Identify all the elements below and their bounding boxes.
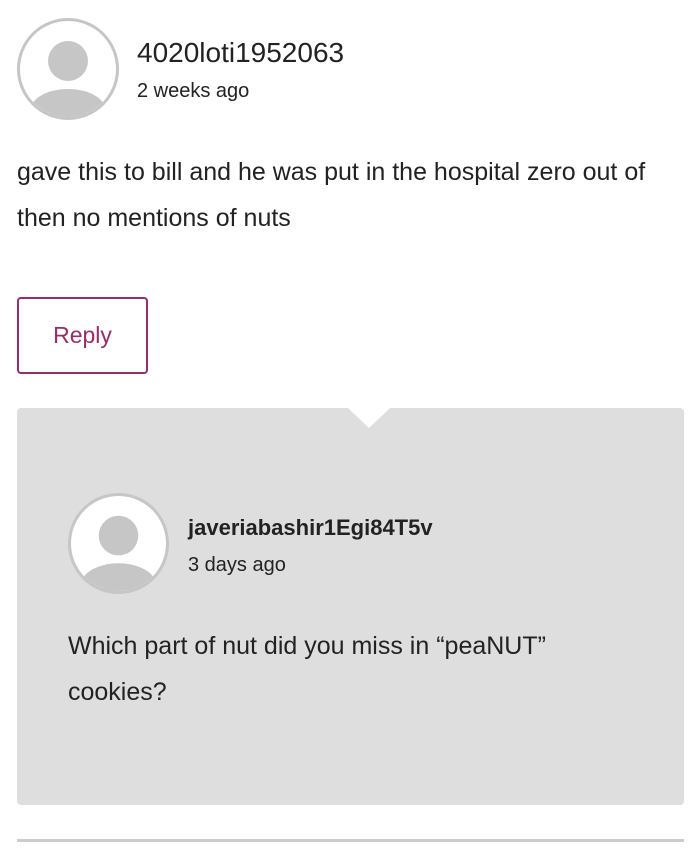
divider [17,839,684,842]
default-user-avatar-icon [80,515,157,591]
comment-author[interactable]: 4020loti1952063 [137,37,344,69]
avatar[interactable] [68,493,169,594]
reply-timestamp: 3 days ago [188,554,286,576]
reply-notch [348,408,390,428]
default-user-avatar-icon [30,41,106,117]
comment-body: gave this to bill and he was put in the … [17,158,646,232]
comment-timestamp: 2 weeks ago [137,80,250,102]
reply-author[interactable]: javeriabashir1Egi84T5v [188,514,433,542]
reply-card: javeriabashir1Egi84T5v 3 days ago Which … [17,408,684,805]
avatar[interactable] [17,18,119,120]
reply-button[interactable]: Reply [17,297,148,374]
reply-body: Which part of nut did you miss in “peaNU… [68,632,546,706]
